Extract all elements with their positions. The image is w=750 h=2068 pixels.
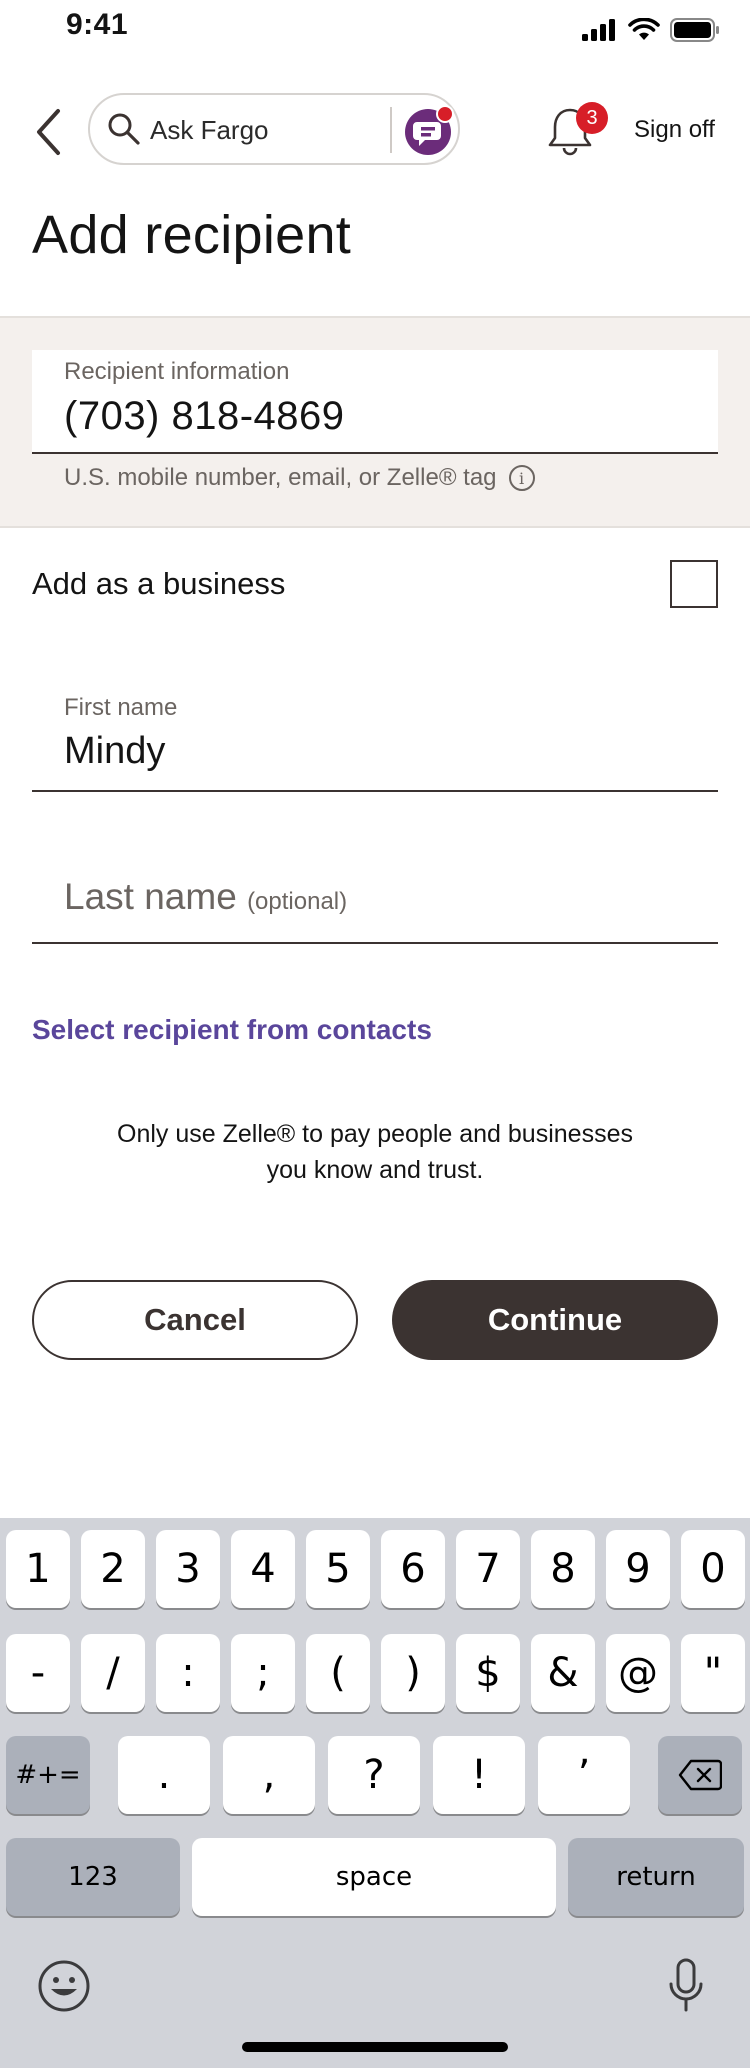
key-2[interactable]: 2 <box>81 1530 145 1608</box>
search-icon <box>108 113 140 145</box>
key-return[interactable]: return <box>568 1838 744 1916</box>
key-backspace[interactable] <box>658 1736 742 1814</box>
key-ampersand[interactable]: & <box>531 1634 595 1712</box>
on-screen-keyboard: 1 2 3 4 5 6 7 8 9 0 - / : ; ( ) $ & @ " … <box>0 1518 750 2068</box>
disclaimer-line-1: Only use Zelle® to pay people and busine… <box>117 1120 633 1148</box>
continue-button[interactable]: Continue <box>392 1280 718 1360</box>
cellular-signal-icon <box>582 19 615 41</box>
fargo-assistant-icon[interactable] <box>402 102 458 158</box>
add-as-business-label: Add as a business <box>32 566 286 601</box>
cancel-button[interactable]: Cancel <box>32 1280 358 1360</box>
ask-fargo-search[interactable]: Ask Fargo <box>88 93 460 165</box>
battery-icon <box>670 18 719 42</box>
notification-badge: 3 <box>576 102 608 134</box>
key-7[interactable]: 7 <box>456 1530 520 1608</box>
search-divider <box>390 107 392 153</box>
key-exclamation[interactable]: ! <box>433 1736 525 1814</box>
recipient-help-text: U.S. mobile number, email, or Zelle® tag <box>64 464 497 491</box>
sign-off-link[interactable]: Sign off <box>634 116 715 144</box>
first-name-field[interactable]: First name Mindy <box>32 680 718 792</box>
key-open-paren[interactable]: ( <box>306 1634 370 1712</box>
status-time: 9:41 <box>66 8 129 41</box>
info-icon[interactable]: i <box>508 465 535 491</box>
first-name-label: First name <box>64 694 178 721</box>
recipient-value[interactable]: (703) 818-4869 <box>64 394 345 439</box>
status-icons <box>582 18 720 42</box>
key-period[interactable]: . <box>118 1736 210 1814</box>
recipient-label: Recipient information <box>64 358 290 385</box>
key-1[interactable]: 1 <box>6 1530 70 1608</box>
microphone-icon[interactable] <box>666 1956 706 2016</box>
key-colon[interactable]: : <box>156 1634 220 1712</box>
last-name-placeholder: Last name <box>64 876 237 917</box>
recipient-section: Recipient information (703) 818-4869 U.S… <box>0 316 750 528</box>
page-title: Add recipient <box>32 205 352 265</box>
key-at[interactable]: @ <box>606 1634 670 1712</box>
key-0[interactable]: 0 <box>681 1530 745 1608</box>
chevron-left-icon <box>37 109 60 155</box>
key-apostrophe[interactable]: ’ <box>538 1736 630 1814</box>
emoji-icon[interactable] <box>36 1958 92 2014</box>
key-slash[interactable]: / <box>81 1634 145 1712</box>
recipient-input[interactable]: Recipient information (703) 818-4869 <box>32 350 718 454</box>
key-quote[interactable]: " <box>681 1634 745 1712</box>
back-button[interactable] <box>28 102 68 162</box>
optional-hint: (optional) <box>247 888 348 915</box>
add-as-business-checkbox[interactable] <box>670 560 718 608</box>
search-placeholder: Ask Fargo <box>150 115 269 145</box>
disclaimer-line-2: you know and trust. <box>266 1156 484 1184</box>
last-name-label: Last name (optional) <box>64 876 347 918</box>
backspace-icon <box>678 1759 722 1791</box>
key-dollar[interactable]: $ <box>456 1634 520 1712</box>
key-semicolon[interactable]: ; <box>231 1634 295 1712</box>
first-name-value[interactable]: Mindy <box>64 730 165 773</box>
last-name-field[interactable]: Last name (optional) <box>32 836 718 944</box>
key-4[interactable]: 4 <box>231 1530 295 1608</box>
zelle-disclaimer: Only use Zelle® to pay people and busine… <box>75 1116 675 1188</box>
key-hyphen[interactable]: - <box>6 1634 70 1712</box>
key-symbols-mode[interactable]: #+= <box>6 1736 90 1814</box>
key-5[interactable]: 5 <box>306 1530 370 1608</box>
top-navigation: Ask Fargo 3 Sign off <box>0 80 750 180</box>
home-indicator <box>242 2042 508 2052</box>
key-space[interactable]: space <box>192 1838 556 1916</box>
key-3[interactable]: 3 <box>156 1530 220 1608</box>
select-from-contacts-link[interactable]: Select recipient from contacts <box>32 1014 432 1046</box>
key-123-mode[interactable]: 123 <box>6 1838 180 1916</box>
recipient-help: U.S. mobile number, email, or Zelle® tag… <box>64 464 535 492</box>
key-question[interactable]: ? <box>328 1736 420 1814</box>
key-9[interactable]: 9 <box>606 1530 670 1608</box>
key-comma[interactable]: , <box>223 1736 315 1814</box>
key-close-paren[interactable]: ) <box>381 1634 445 1712</box>
status-bar: 9:41 <box>0 0 750 60</box>
wifi-icon <box>628 18 660 40</box>
key-6[interactable]: 6 <box>381 1530 445 1608</box>
key-8[interactable]: 8 <box>531 1530 595 1608</box>
